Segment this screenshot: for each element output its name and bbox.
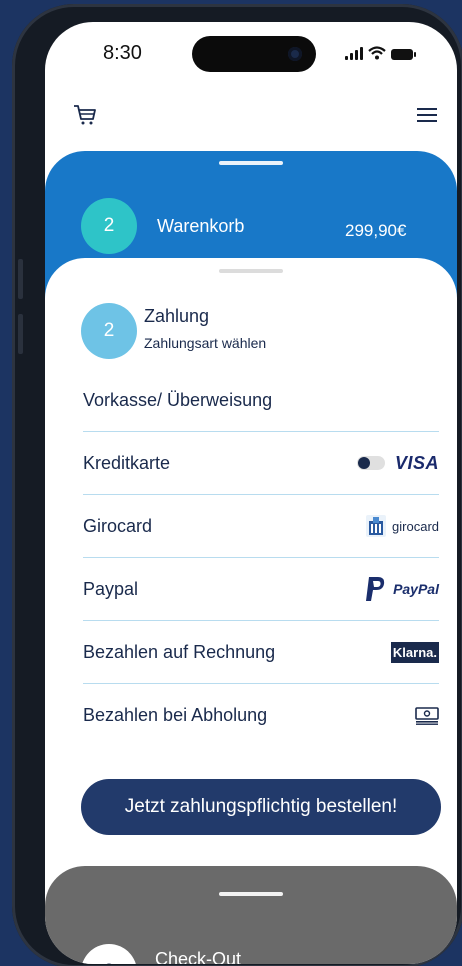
- signal-icon: [345, 47, 363, 60]
- dynamic-island: [192, 36, 316, 72]
- cart-total: 299,90€: [345, 221, 407, 240]
- visa-wordmark: VISA: [394, 452, 439, 473]
- payment-option-kreditkarte[interactable]: Kreditkarte VISA: [83, 432, 439, 495]
- wifi-icon: [368, 46, 386, 60]
- payment-step-badge: 2: [81, 303, 137, 359]
- status-icons: [345, 46, 416, 60]
- checkout-card-handle[interactable]: [219, 892, 283, 896]
- cart-step-badge: 2: [81, 198, 137, 254]
- payment-option-girocard[interactable]: Girocard girocard: [83, 495, 439, 558]
- paypal-logo: PayPal: [365, 576, 439, 602]
- girocard-logo: girocard: [366, 515, 439, 537]
- paypal-icon: [366, 577, 385, 601]
- klarna-logo: Klarna.: [390, 641, 439, 663]
- payment-title: Zahlung: [144, 306, 210, 326]
- girocard-icon: [366, 515, 387, 537]
- volume-down-button: [18, 314, 23, 354]
- phone-frame: 8:30 2 Warenkorb 299,90€ 2 Zahlung Zahlu…: [12, 4, 462, 966]
- payment-option-label: Vorkasse/ Überweisung: [83, 389, 273, 410]
- payment-subtitle: Zahlungsart wählen: [144, 335, 267, 351]
- phone-screen: 8:30 2 Warenkorb 299,90€ 2 Zahlung Zahlu…: [45, 22, 457, 964]
- payment-option-label: Paypal: [83, 578, 139, 599]
- payment-option-label: Girocard: [83, 515, 153, 536]
- camera-icon: [288, 47, 302, 61]
- checkout-card[interactable]: 3 Check-Out: [45, 866, 457, 964]
- payment-option-rechnung[interactable]: Bezahlen auf Rechnung Klarna.: [83, 621, 439, 684]
- payment-option-abholung[interactable]: Bezahlen bei Abholung: [83, 684, 439, 747]
- payment-option-vorkasse[interactable]: Vorkasse/ Überweisung: [83, 369, 439, 432]
- card-toggle-icon: [356, 456, 385, 470]
- girocard-wordmark: girocard: [392, 518, 439, 534]
- payment-option-label: Bezahlen auf Rechnung: [83, 641, 276, 662]
- cart-card-handle[interactable]: [219, 161, 283, 165]
- volume-up-button: [18, 259, 23, 299]
- payment-option-label: Bezahlen bei Abholung: [83, 705, 268, 725]
- cash-icon: [415, 706, 439, 725]
- payment-option-paypal[interactable]: Paypal PayPal: [83, 558, 439, 621]
- cart-title: Warenkorb: [157, 216, 245, 236]
- visa-logo: VISA: [356, 452, 439, 474]
- battery-icon: [391, 49, 416, 60]
- payment-option-label: Kreditkarte: [83, 452, 171, 473]
- menu-icon[interactable]: [417, 108, 437, 122]
- checkout-title: Check-Out: [155, 949, 242, 964]
- checkout-step-badge: 3: [81, 944, 137, 964]
- cart-icon[interactable]: [73, 104, 97, 126]
- status-time: 8:30: [103, 42, 142, 64]
- paypal-wordmark: PayPal: [393, 581, 439, 597]
- place-order-button[interactable]: Jetzt zahlungspflichtig bestellen!: [81, 779, 441, 835]
- payment-panel-handle[interactable]: [219, 269, 283, 273]
